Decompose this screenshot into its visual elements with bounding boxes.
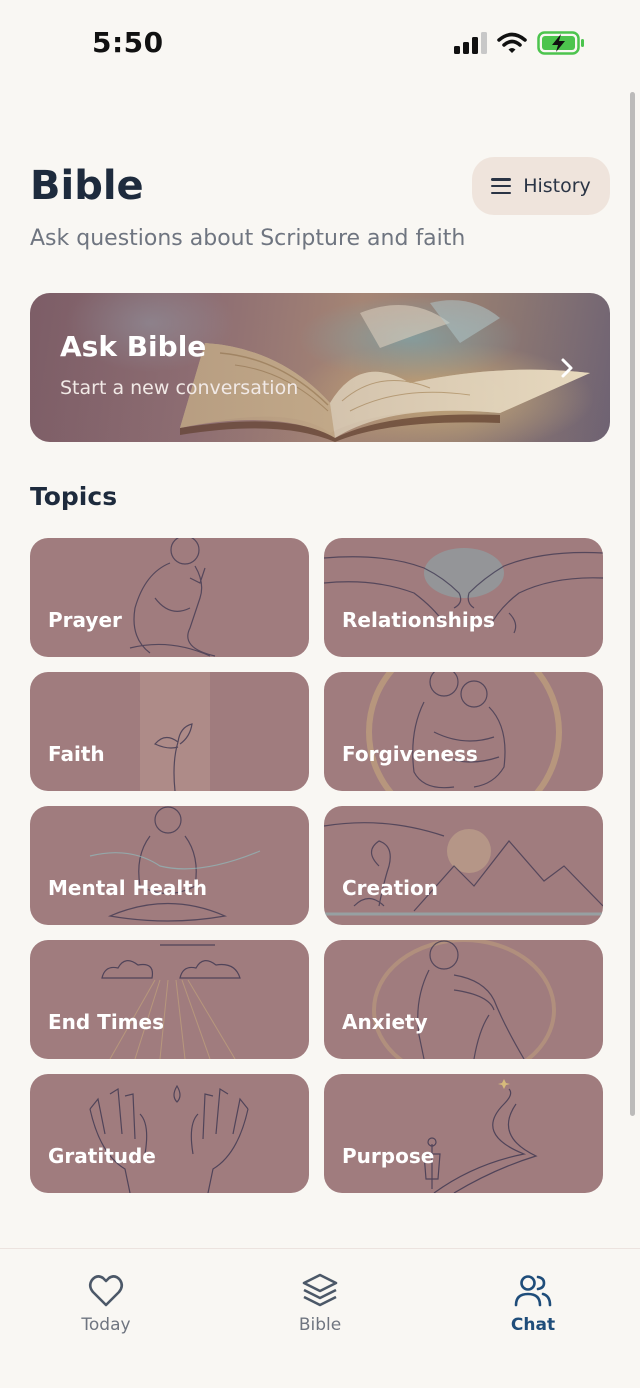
mountain-landscape-illustration	[324, 822, 603, 916]
heart-icon	[88, 1275, 124, 1307]
topic-label: Mental Health	[48, 876, 208, 900]
topic-label: Anxiety	[342, 1010, 428, 1034]
cellular-signal-icon	[454, 32, 487, 54]
topic-label: Relationships	[342, 608, 495, 632]
embracing-couple-illustration	[366, 672, 562, 791]
topics-heading: Topics	[30, 482, 118, 511]
card-overlay	[30, 293, 610, 442]
topic-label: Creation	[342, 876, 438, 900]
nav-label: Today	[81, 1315, 131, 1335]
sprout-illustration	[140, 672, 210, 791]
ask-bible-card[interactable]: Ask Bible Start a new conversation	[30, 293, 610, 442]
topic-tile-end-times[interactable]: End Times	[30, 940, 309, 1059]
reaching-hands-illustration	[324, 548, 603, 634]
topic-tile-creation[interactable]: Creation	[324, 806, 603, 925]
seated-figure-illustration	[372, 940, 556, 1059]
topic-label: Faith	[48, 742, 105, 766]
page-subtitle: Ask questions about Scripture and faith	[30, 226, 466, 251]
chevron-right-icon	[561, 358, 573, 378]
topic-label: Prayer	[48, 608, 122, 632]
clouds-and-light-illustration	[101, 944, 241, 1059]
history-label: History	[523, 175, 591, 197]
topic-label: Purpose	[342, 1144, 435, 1168]
nav-item-chat[interactable]: Chat	[473, 1271, 593, 1335]
topic-tile-forgiveness[interactable]: Forgiveness	[324, 672, 603, 791]
nav-label: Bible	[298, 1315, 342, 1335]
history-button[interactable]: History	[472, 157, 610, 215]
praying-figure-illustration	[129, 538, 216, 657]
topic-label: End Times	[48, 1010, 164, 1034]
nav-item-today[interactable]: Today	[46, 1271, 166, 1335]
layers-icon	[302, 1273, 338, 1307]
users-icon	[514, 1275, 552, 1307]
open-hands-illustration	[89, 1084, 249, 1193]
bottom-nav: Today Bible Chat	[0, 1248, 640, 1388]
ask-card-title: Ask Bible	[60, 330, 207, 363]
wifi-icon	[497, 32, 527, 53]
battery-charging-icon	[537, 31, 584, 55]
menu-icon	[491, 178, 512, 194]
status-bar: 5:50	[0, 0, 640, 90]
topic-tile-gratitude[interactable]: Gratitude	[30, 1074, 309, 1193]
nav-label: Chat	[510, 1315, 556, 1335]
topic-tile-relationships[interactable]: Relationships	[324, 538, 603, 657]
topic-tile-mental-health[interactable]: Mental Health	[30, 806, 309, 925]
ask-card-subtitle: Start a new conversation	[60, 377, 299, 399]
winding-path-illustration	[423, 1079, 538, 1193]
topic-label: Forgiveness	[342, 742, 478, 766]
status-time: 5:50	[92, 26, 164, 59]
topic-tile-purpose[interactable]: Purpose	[324, 1074, 603, 1193]
topic-tile-prayer[interactable]: Prayer	[30, 538, 309, 657]
meditating-figure-illustration	[89, 806, 261, 922]
scrollbar[interactable]	[630, 92, 635, 1116]
topic-tile-anxiety[interactable]: Anxiety	[324, 940, 603, 1059]
topic-tile-faith[interactable]: Faith	[30, 672, 309, 791]
nav-item-bible[interactable]: Bible	[260, 1271, 380, 1335]
page-title: Bible	[30, 163, 144, 209]
topic-label: Gratitude	[48, 1144, 156, 1168]
